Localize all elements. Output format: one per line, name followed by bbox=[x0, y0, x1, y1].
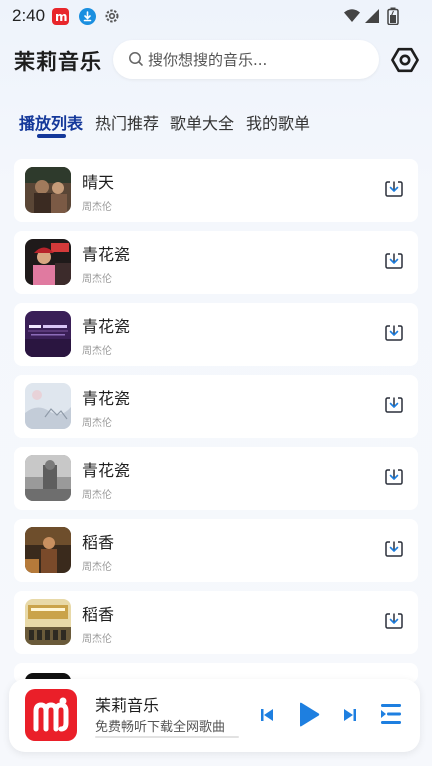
player-title: 茉莉音乐 bbox=[95, 696, 160, 715]
app-logo bbox=[25, 689, 77, 741]
song-artist: 周杰伦 bbox=[82, 490, 112, 501]
song-title: 青花瓷 bbox=[82, 317, 131, 336]
tab-my-playlists[interactable]: 我的歌单 bbox=[246, 110, 310, 134]
download-icon[interactable] bbox=[384, 467, 404, 487]
signal-icon bbox=[364, 8, 380, 28]
album-cover bbox=[25, 527, 71, 573]
download-icon[interactable] bbox=[384, 179, 404, 199]
download-icon[interactable] bbox=[384, 251, 404, 271]
song-title: 稻香 bbox=[82, 605, 115, 624]
app-title: 茉莉音乐 bbox=[14, 50, 102, 74]
song-title: 青花瓷 bbox=[82, 389, 131, 408]
next-track-icon[interactable] bbox=[343, 707, 357, 727]
tab-hot-recommend[interactable]: 热门推荐 bbox=[95, 110, 159, 134]
album-cover bbox=[25, 311, 71, 357]
song-title: 稻香 bbox=[82, 533, 115, 552]
song-artist: 周杰伦 bbox=[82, 274, 112, 285]
playlist-icon[interactable] bbox=[379, 702, 403, 730]
status-time: 2:40 bbox=[12, 6, 46, 25]
battery-icon bbox=[387, 7, 399, 29]
download-icon[interactable] bbox=[384, 611, 404, 631]
tab-playlist[interactable]: 播放列表 bbox=[19, 110, 83, 134]
settings-button[interactable] bbox=[390, 45, 420, 75]
progress-bar[interactable] bbox=[95, 736, 239, 738]
svg-text:m: m bbox=[55, 10, 68, 24]
song-artist: 周杰伦 bbox=[82, 418, 112, 429]
album-cover bbox=[25, 455, 71, 501]
hexagon-settings-icon bbox=[391, 47, 419, 73]
download-icon[interactable] bbox=[384, 395, 404, 415]
search-bar[interactable] bbox=[113, 40, 379, 79]
status-bar: 2:40 m bbox=[0, 0, 432, 34]
song-artist: 周杰伦 bbox=[82, 562, 112, 573]
download-icon[interactable] bbox=[384, 539, 404, 559]
album-cover bbox=[25, 599, 71, 645]
tab-active-indicator bbox=[37, 134, 66, 138]
tab-playlist-collection[interactable]: 歌单大全 bbox=[170, 110, 234, 134]
song-artist: 周杰伦 bbox=[82, 346, 112, 357]
album-cover bbox=[25, 383, 71, 429]
song-row[interactable]: 晴天 周杰伦 bbox=[14, 159, 418, 222]
song-artist: 周杰伦 bbox=[82, 634, 112, 645]
song-row[interactable]: 稻香 周杰伦 bbox=[14, 519, 418, 582]
song-title: 青花瓷 bbox=[82, 245, 131, 264]
download-icon[interactable] bbox=[384, 323, 404, 343]
mini-player[interactable]: 茉莉音乐 免费畅听下载全网歌曲 bbox=[9, 679, 420, 752]
song-row[interactable]: 青花瓷 周杰伦 bbox=[14, 303, 418, 366]
album-cover bbox=[25, 239, 71, 285]
wifi-icon bbox=[343, 8, 361, 28]
app-notification-icon: m bbox=[52, 8, 69, 25]
song-title: 青花瓷 bbox=[82, 461, 131, 480]
song-row[interactable]: 青花瓷 周杰伦 bbox=[14, 231, 418, 294]
play-icon[interactable] bbox=[297, 701, 321, 733]
song-row[interactable]: 青花瓷 周杰伦 bbox=[14, 375, 418, 438]
settings-notification-icon bbox=[103, 7, 121, 29]
song-artist: 周杰伦 bbox=[82, 202, 112, 213]
song-title: 晴天 bbox=[82, 173, 115, 192]
song-row[interactable]: 青花瓷 周杰伦 bbox=[14, 447, 418, 510]
download-notification-icon bbox=[79, 8, 96, 25]
song-row[interactable]: 稻香 周杰伦 bbox=[14, 591, 418, 654]
search-icon bbox=[128, 51, 144, 71]
player-subtitle: 免费畅听下载全网歌曲 bbox=[95, 720, 226, 735]
search-input[interactable] bbox=[148, 40, 368, 79]
album-cover bbox=[25, 167, 71, 213]
previous-track-icon[interactable] bbox=[260, 707, 274, 727]
